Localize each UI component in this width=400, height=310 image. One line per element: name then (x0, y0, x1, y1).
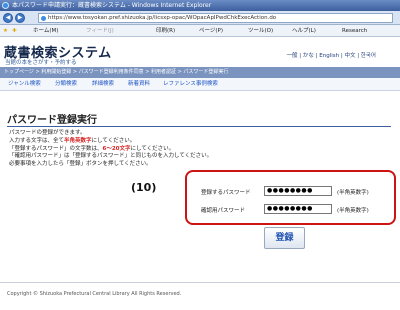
note-line-5: 必要事項を入力したら「登録」ボタンを押してください。 (9, 161, 152, 168)
password-input[interactable]: ●●●●●●●● (264, 186, 332, 196)
search-menu: ジャンル検索 分類検索 詳細検索 新着資料 レファレンス事例検索 (0, 78, 400, 91)
menu-new-materials[interactable]: 新着資料 (128, 78, 150, 91)
feeds-menu[interactable]: フィード(J) (86, 25, 114, 37)
language-links[interactable]: 一般 | かな | English | 中文 | 한국어 (287, 51, 376, 59)
page-menu[interactable]: ページ(P) (199, 25, 223, 37)
menu-genre-search[interactable]: ジャンル検索 (8, 78, 41, 91)
page-icon (41, 16, 46, 21)
site-tagline: 当館の本をさがす・予約する (5, 60, 77, 66)
confirm-password-label: 確認用パスワード (201, 208, 246, 214)
step-label: (10) (131, 181, 157, 194)
back-button[interactable]: ◀ (3, 13, 13, 23)
command-bar: ★ ✚ ホーム(M) フィード(J) 印刷(R) ページ(P) ツール(O) ヘ… (0, 25, 400, 37)
url-field[interactable]: https://www.tosyokan.pref.shizuoka.jp/li… (38, 13, 393, 23)
window-title: 本パスワード申請実行：蔵書検索システム - Windows Internet E… (12, 2, 212, 9)
page-title: パスワード登録実行 (7, 115, 97, 126)
confirm-password-note: (半角英数字) (337, 208, 369, 214)
tools-menu[interactable]: ツール(O) (248, 25, 273, 37)
window-titlebar: 本パスワード申請実行：蔵書検索システム - Windows Internet E… (0, 0, 400, 11)
password-form-highlight (185, 170, 396, 225)
instructions: パスワードの登録ができます。 入力する文字は、全て半角英数字にしてください。 「… (9, 130, 212, 169)
title-divider (7, 126, 391, 127)
note-line-2: 入力する文字は、全て半角英数字にしてください。 (9, 137, 136, 144)
menu-reference-search[interactable]: レファレンス事例検索 (163, 78, 218, 91)
research-button[interactable]: Research (342, 25, 367, 37)
home-menu[interactable]: ホーム(M) (33, 25, 58, 37)
menu-advanced-search[interactable]: 詳細検索 (92, 78, 114, 91)
footer-divider (0, 282, 400, 283)
print-menu[interactable]: 印刷(R) (156, 25, 175, 37)
confirm-password-input[interactable]: ●●●●●●●● (264, 204, 332, 214)
favorites-star-icon[interactable]: ★ (3, 25, 8, 37)
site-header: 蔵書検索システム 当館の本をさがす・予約する 一般 | かな | English… (0, 37, 400, 67)
add-favorites-icon[interactable]: ✚ (12, 25, 17, 37)
password-note: (半角英数字) (337, 190, 369, 196)
url-text: https://www.tosyokan.pref.shizuoka.jp/li… (48, 15, 277, 21)
internet-explorer-icon (2, 2, 9, 9)
register-button[interactable]: 登録 (264, 227, 305, 249)
help-menu[interactable]: ヘルプ(L) (292, 25, 316, 37)
address-bar-area: ◀ ▶ https://www.tosyokan.pref.shizuoka.j… (0, 11, 400, 25)
password-label: 登録するパスワード (201, 190, 251, 196)
note-line-1: パスワードの登録ができます。 (9, 130, 86, 136)
breadcrumb[interactable]: トップページ > 利用開始登録 > パスワード登録利用条件同意 > 利用者認証 … (0, 67, 400, 78)
copyright-footer: Copyright © Shizuoka Prefectural Central… (7, 291, 182, 297)
forward-button[interactable]: ▶ (15, 13, 25, 23)
menu-classification-search[interactable]: 分類検索 (55, 78, 77, 91)
